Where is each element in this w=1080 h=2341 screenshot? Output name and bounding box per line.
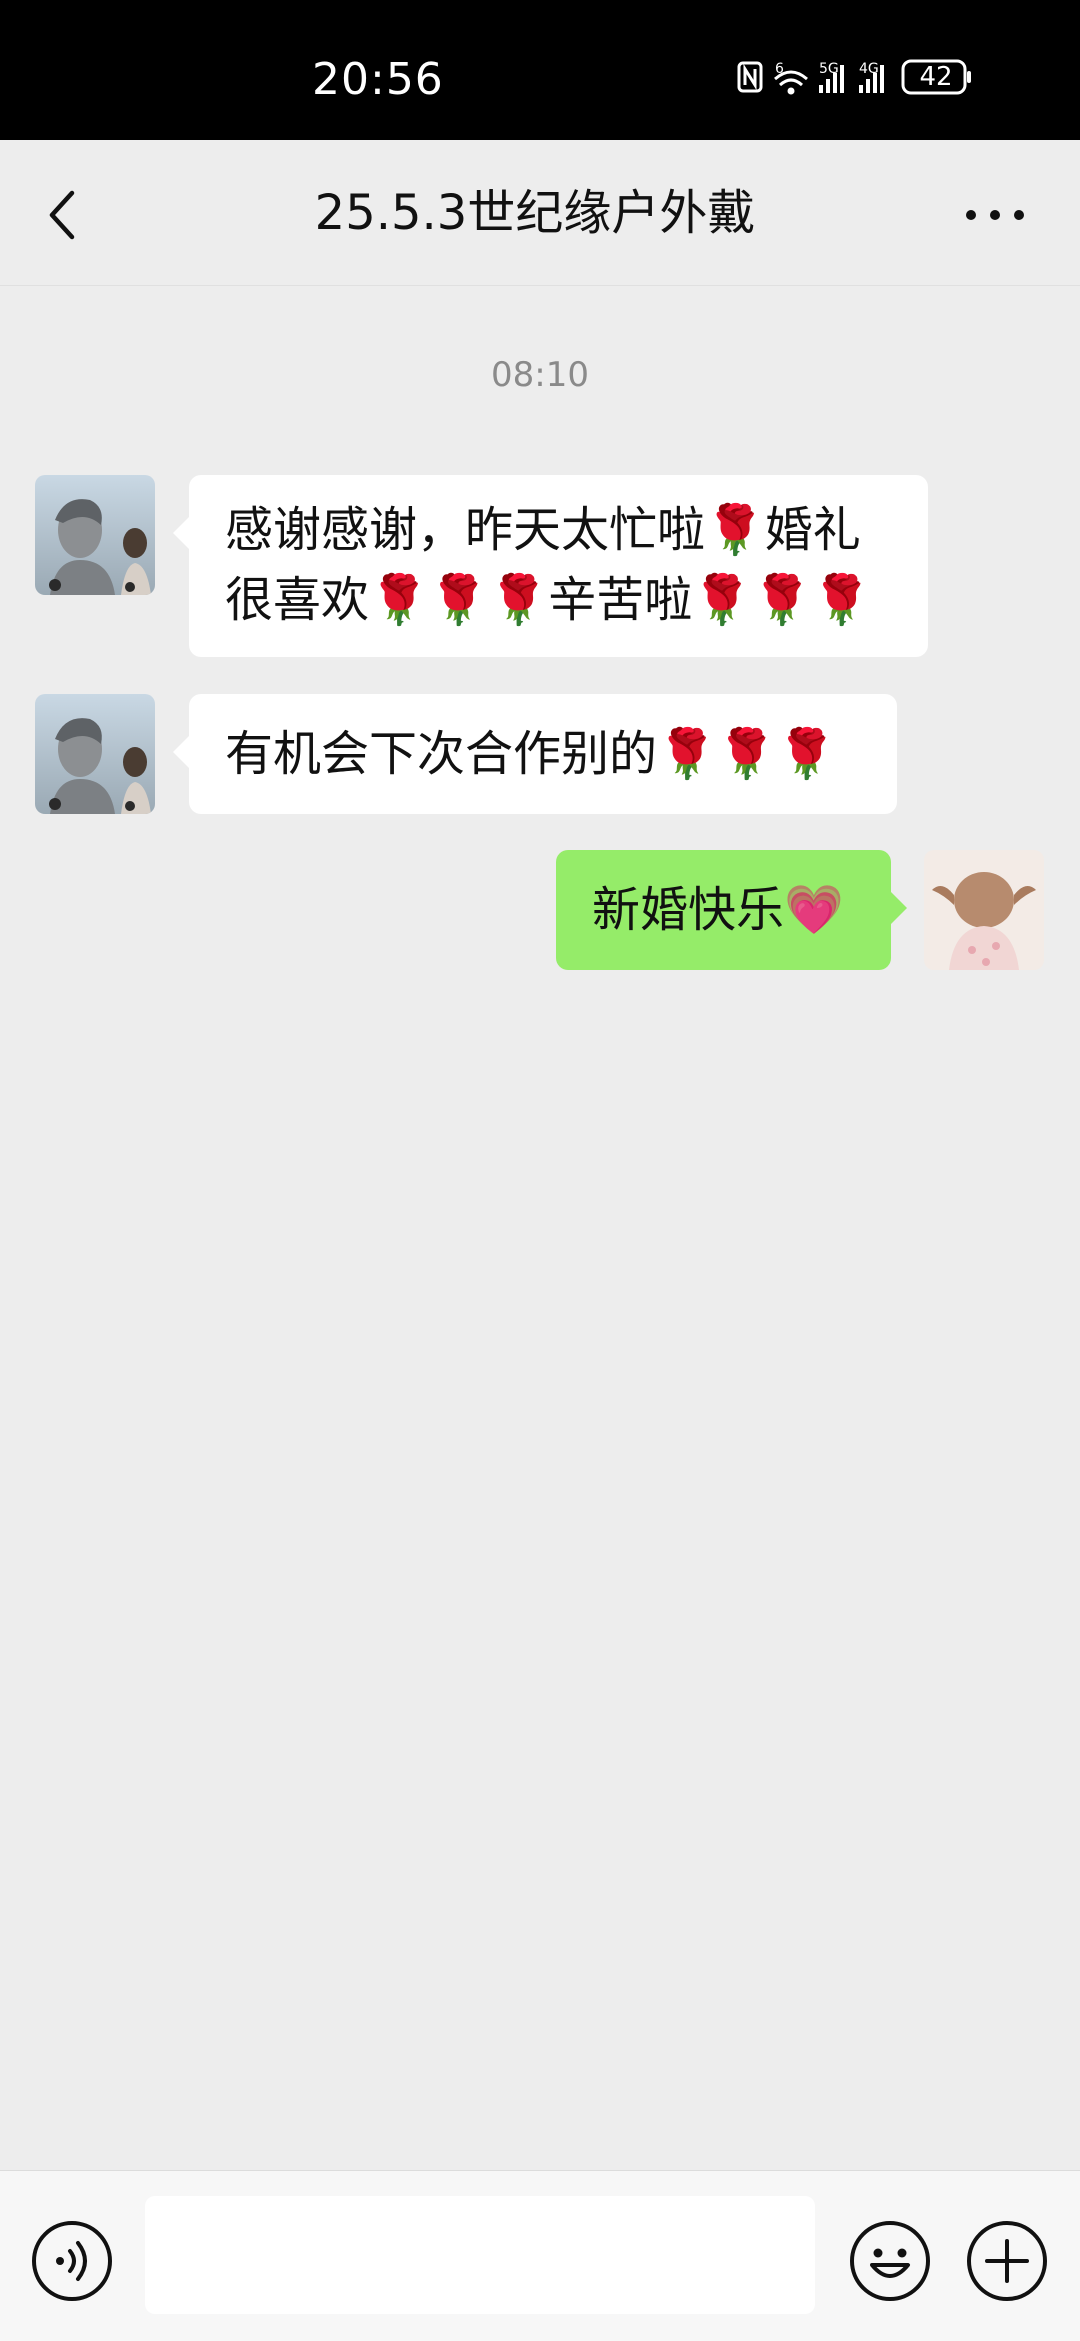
status-bar: 20:56 6 5G 4G 42 [0, 0, 1080, 140]
my-avatar[interactable] [924, 850, 1044, 970]
status-time: 20:56 [312, 54, 444, 105]
received-message-bubble[interactable]: 感谢感谢，昨天太忙啦🌹婚礼 很喜欢🌹🌹🌹辛苦啦🌹🌹🌹 [173, 475, 928, 657]
message-input[interactable] [145, 2196, 815, 2314]
wifi-icon: 6 [774, 61, 808, 95]
girl-photo-avatar-image [924, 850, 1044, 970]
message-text: 有机会下次合作别的🌹🌹🌹 [225, 726, 837, 782]
contact-avatar[interactable] [35, 694, 155, 814]
emoji-icon [850, 2221, 930, 2301]
statue-photo-avatar-image [35, 475, 155, 595]
contact-avatar[interactable] [35, 475, 155, 595]
message-timestamp: 08:10 [491, 355, 589, 395]
battery-level: 42 [919, 62, 953, 92]
statue-photo-avatar-image [35, 694, 155, 814]
voice-icon [32, 2221, 112, 2301]
received-message-bubble[interactable]: 有机会下次合作别的🌹🌹🌹 [173, 694, 897, 814]
message-text-line: 很喜欢🌹🌹🌹辛苦啦🌹🌹🌹 [225, 572, 872, 628]
message-text-line: 感谢感谢，昨天太忙啦🌹婚礼 [225, 502, 861, 558]
plus-icon [967, 2221, 1047, 2301]
chat-header: 25.5.3世纪缘户外戴 [0, 140, 1080, 286]
voice-button[interactable] [30, 2219, 114, 2303]
more-button[interactable] [960, 190, 1030, 240]
5g-signal-icon: 5G [819, 61, 844, 93]
plus-button[interactable] [965, 2219, 1049, 2303]
more-dots-icon [966, 210, 1024, 220]
status-icons: 6 5G 4G 42 [735, 55, 1045, 105]
nfc-icon [737, 61, 763, 93]
input-bar [0, 2170, 1080, 2341]
4g-signal-icon: 4G [859, 61, 884, 93]
chat-title: 25.5.3世纪缘户外戴 [314, 185, 756, 241]
sent-message-bubble[interactable]: 新婚快乐💗 [556, 850, 907, 970]
emoji-button[interactable] [848, 2219, 932, 2303]
message-text: 新婚快乐💗 [592, 882, 844, 938]
